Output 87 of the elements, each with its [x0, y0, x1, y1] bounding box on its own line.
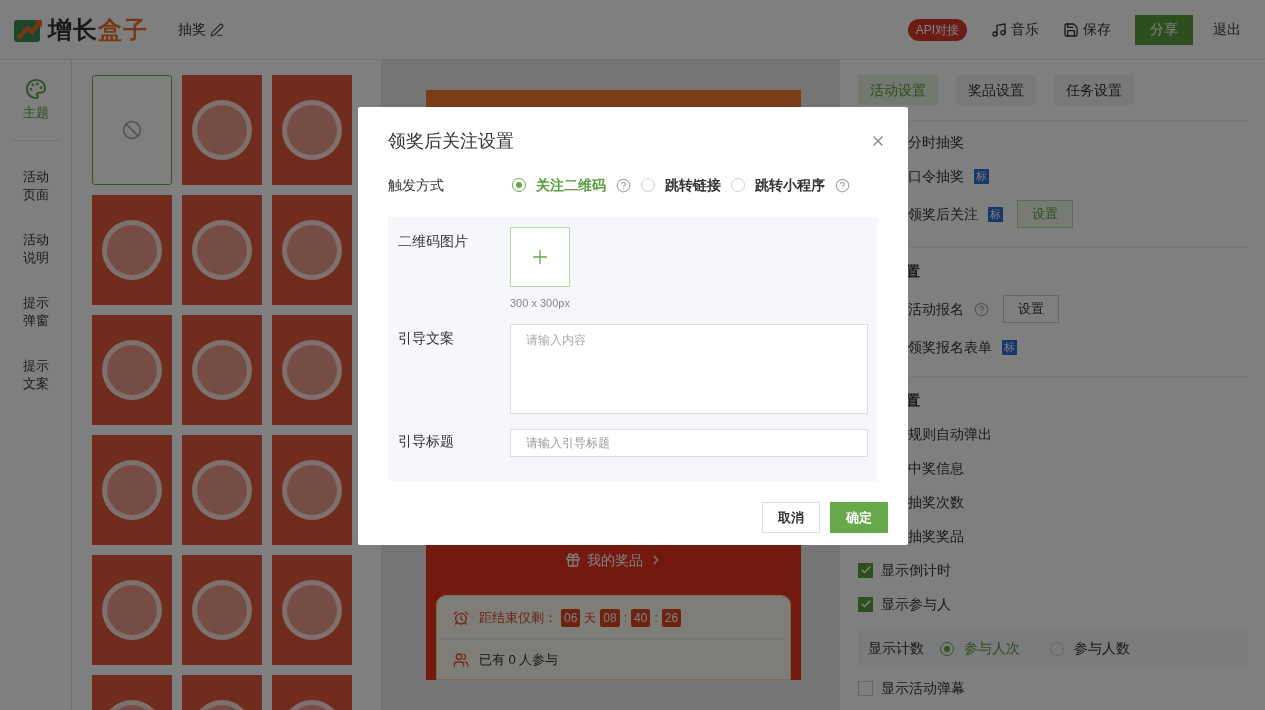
save-icon — [1063, 21, 1079, 38]
title-label: 引导标题 — [398, 431, 455, 451]
checkbox-label: 显示参与人 — [881, 594, 951, 614]
setting-label: 分时抽奖 — [908, 132, 964, 152]
exit-link[interactable]: 退出 — [1213, 19, 1241, 40]
tag-badge: 标 — [1002, 339, 1017, 355]
count-label: 显示计数 — [868, 639, 924, 658]
trigger-label: 触发方式 — [388, 175, 445, 195]
template-thumbnail[interactable] — [182, 315, 262, 425]
checkbox[interactable] — [858, 596, 873, 612]
template-thumbnail[interactable] — [92, 195, 172, 305]
title-input[interactable]: 请输入引导标题 — [510, 428, 868, 457]
page-title: 抽奖 — [178, 20, 206, 39]
nav-item[interactable]: 提示文案 — [22, 357, 49, 393]
gift-icon — [564, 552, 581, 568]
edit-icon[interactable] — [210, 22, 224, 37]
setting-label: 领奖报名表单 — [908, 337, 992, 357]
empty-template[interactable] — [92, 75, 172, 185]
share-button[interactable]: 分享 — [1135, 14, 1193, 45]
nav-item[interactable]: 活动页面 — [22, 168, 49, 204]
setting-label: 抽奖奖品 — [908, 526, 964, 546]
setting-label: 领奖后关注 — [908, 204, 978, 224]
my-prizes-link[interactable]: 我的奖品 — [426, 540, 801, 580]
api-badge[interactable]: API对接 — [907, 18, 967, 41]
size-hint: 300 x 300px — [510, 296, 570, 311]
nav-item[interactable]: 提示弹窗 — [22, 294, 49, 330]
template-thumbnail[interactable] — [182, 435, 262, 545]
help-icon[interactable] — [835, 177, 850, 193]
music-icon — [991, 21, 1007, 38]
template-thumbnail[interactable] — [92, 555, 172, 665]
template-thumbnail[interactable] — [272, 555, 352, 665]
radio-label: 跳转链接 — [665, 175, 721, 195]
countdown-separator: : — [623, 609, 628, 627]
help-icon[interactable] — [974, 301, 989, 317]
set-button[interactable]: 设置 — [1003, 295, 1059, 323]
countdown-digits: 06 — [561, 608, 581, 627]
help-icon[interactable] — [616, 177, 631, 193]
nav-item[interactable]: 主题 — [11, 78, 60, 141]
settings-tab[interactable]: 任务设置 — [1054, 75, 1134, 105]
template-thumbnail[interactable] — [182, 555, 262, 665]
cancel-button[interactable]: 取消 — [762, 502, 820, 533]
checkbox-label: 显示倒计时 — [881, 560, 951, 580]
upload-box[interactable] — [510, 227, 570, 287]
palette-icon — [24, 78, 47, 100]
none-icon — [122, 120, 142, 140]
setting-label: 抽奖次数 — [908, 492, 964, 512]
set-button[interactable]: 设置 — [1017, 200, 1073, 228]
template-thumbnail[interactable] — [92, 315, 172, 425]
countdown-label: 距结束仅剩： — [479, 608, 557, 627]
settings-tab[interactable]: 奖品设置 — [956, 75, 1036, 105]
checkbox[interactable] — [858, 680, 873, 696]
alarm-clock-icon — [453, 609, 469, 626]
template-thumbnail[interactable] — [92, 435, 172, 545]
participants-text: 已有 0 人参与 — [479, 651, 559, 670]
template-thumbnail[interactable] — [272, 315, 352, 425]
copy-textarea[interactable]: 请输入内容 — [510, 323, 868, 414]
dialog-title: 领奖后关注设置 — [388, 129, 514, 153]
qr-label: 二维码图片 — [398, 232, 469, 251]
setting-label: 活动报名 — [908, 299, 964, 319]
template-thumbnail[interactable] — [272, 75, 352, 185]
nav-item[interactable]: 活动说明 — [22, 231, 49, 267]
template-thumbnail[interactable] — [272, 195, 352, 305]
setting-label: 规则自动弹出 — [908, 424, 992, 444]
music-button[interactable]: 音乐 — [991, 19, 1039, 40]
countdown-digits: 40 — [631, 608, 651, 627]
template-thumbnail[interactable] — [182, 195, 262, 305]
setting-label: 中奖信息 — [908, 458, 964, 478]
radio-label: 跳转小程序 — [755, 175, 825, 195]
template-thumbnail[interactable] — [182, 75, 262, 185]
countdown-separator: 天 — [584, 609, 597, 627]
checkbox[interactable] — [858, 562, 873, 578]
tag-badge: 标 — [988, 206, 1003, 222]
checkbox-label: 显示活动弹幕 — [881, 678, 965, 698]
radio-label: 参与人数 — [1074, 639, 1130, 658]
radio-label: 关注二维码 — [536, 175, 606, 195]
radio-label: 参与人次 — [964, 639, 1020, 658]
template-thumbnail[interactable] — [272, 435, 352, 545]
users-icon — [453, 652, 469, 668]
logo-text: 增长盒子 — [48, 14, 148, 45]
confirm-button[interactable]: 确定 — [830, 502, 888, 533]
copy-label: 引导文案 — [398, 328, 455, 348]
tag-badge: 标 — [974, 168, 989, 184]
countdown-digits: 26 — [661, 608, 682, 627]
save-button[interactable]: 保存 — [1063, 19, 1111, 40]
countdown-digits: 08 — [600, 608, 620, 627]
countdown-separator: : — [654, 609, 658, 627]
setting-label: 口令抽奖 — [908, 166, 964, 186]
